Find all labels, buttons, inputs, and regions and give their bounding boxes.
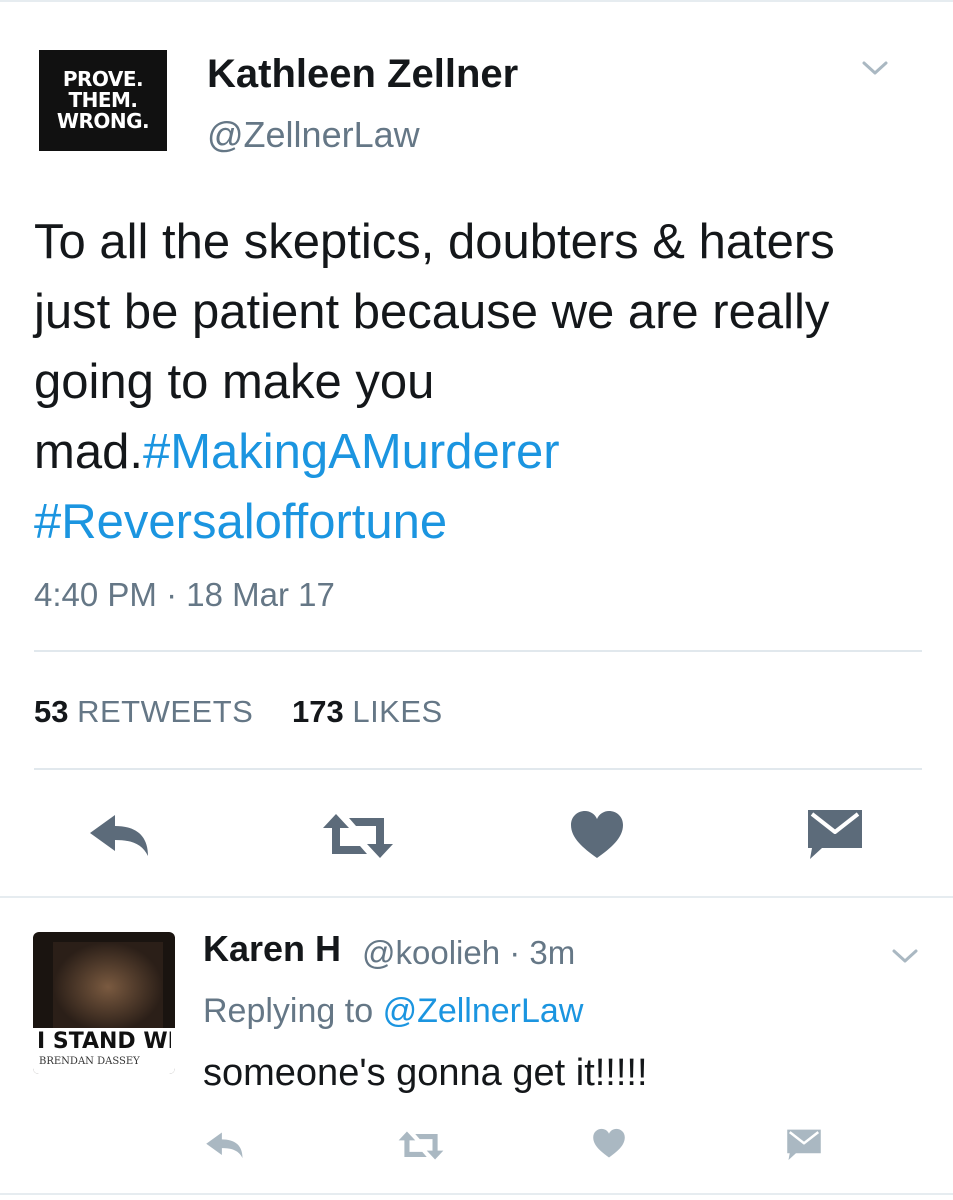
reply-author-avatar[interactable]: I STAND WITH BRENDAN DASSEY [33, 932, 175, 1074]
divider [0, 1193, 953, 1195]
tweet-stats: 53 RETWEETS 173 LIKES [34, 694, 443, 730]
avatar-subcaption: BRENDAN DASSEY [39, 1056, 140, 1067]
hashtag-link[interactable]: #Reversaloffortune [34, 495, 447, 549]
top-divider [0, 0, 953, 2]
tweet-text: To all the skeptics, doubters & haters j… [34, 207, 924, 557]
reply-icon[interactable] [88, 812, 152, 858]
avatar-logo: PROVE. THEM. WRONG. [39, 50, 167, 151]
reply-display-name[interactable]: Karen H [203, 928, 341, 970]
like-count[interactable]: 173 [292, 694, 344, 729]
reply-text: someone's gonna get it!!!!! [203, 1052, 648, 1094]
divider [34, 650, 922, 652]
tweet-timestamp[interactable]: 4:40 PM · 18 Mar 17 [34, 576, 335, 614]
divider [0, 896, 953, 898]
author-avatar[interactable]: PROVE. THEM. WRONG. [34, 30, 170, 170]
author-display-name[interactable]: Kathleen Zellner [207, 52, 518, 97]
avatar-logo-line: THEM. [68, 88, 138, 112]
envelope-icon[interactable] [786, 1128, 822, 1161]
author-handle[interactable]: @ZellnerLaw [207, 114, 420, 156]
retweet-label[interactable]: RETWEETS [77, 694, 253, 729]
retweet-count[interactable]: 53 [34, 694, 68, 729]
avatar-caption: I STAND WITH [37, 1030, 171, 1054]
replying-to-line: Replying to @ZellnerLaw [203, 992, 583, 1031]
avatar-photo [53, 942, 163, 1032]
heart-icon[interactable] [569, 810, 625, 860]
avatar-logo-line: WRONG. [56, 109, 150, 133]
like-label[interactable]: LIKES [352, 694, 442, 729]
chevron-down-icon[interactable] [860, 58, 890, 78]
divider [34, 768, 922, 770]
replying-prefix: Replying to [203, 992, 374, 1030]
reply-icon[interactable] [205, 1130, 245, 1160]
retweet-icon[interactable] [398, 1130, 444, 1161]
retweet-icon[interactable] [322, 812, 394, 860]
envelope-icon[interactable] [806, 808, 864, 860]
reply-handle-time[interactable]: @koolieh · 3m [362, 934, 575, 972]
replying-mention-link[interactable]: @ZellnerLaw [383, 992, 584, 1030]
heart-icon[interactable] [592, 1128, 626, 1159]
avatar-logo-line: PROVE. [62, 67, 144, 91]
chevron-down-icon[interactable] [890, 946, 920, 966]
hashtag-link[interactable]: #MakingAMurderer [143, 425, 560, 479]
